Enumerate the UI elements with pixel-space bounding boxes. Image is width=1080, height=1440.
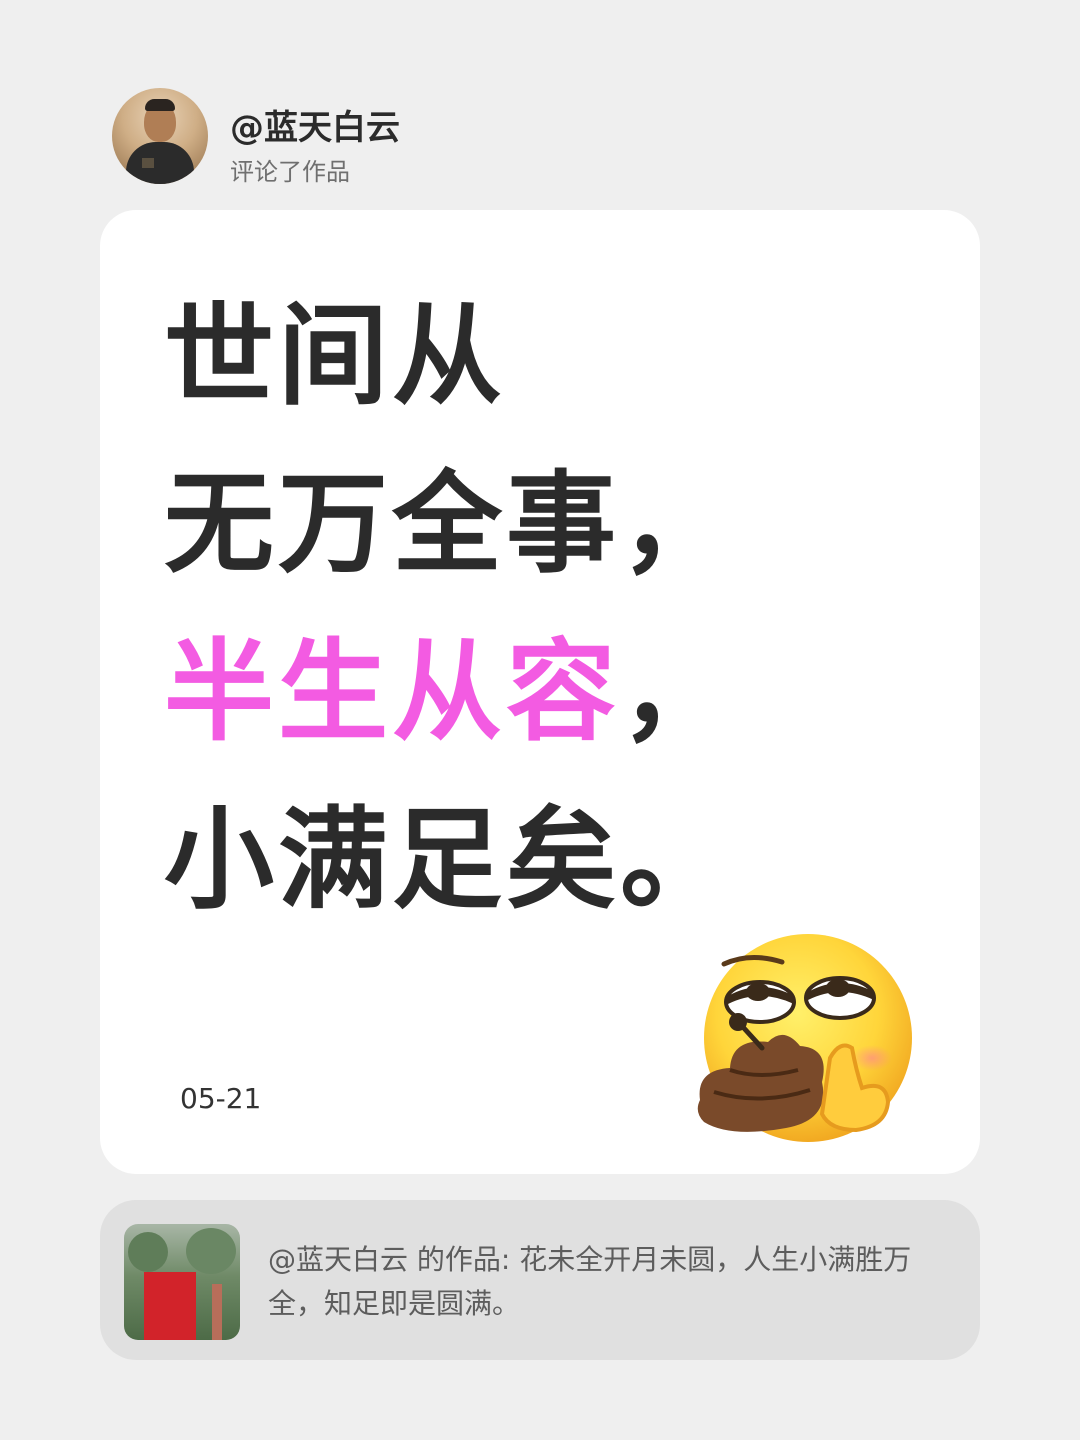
comment-card: 世间从 无万全事， 半生从容， 小满足矣。 05-21 [100, 210, 980, 1174]
thumbnail-red-sign-shape [144, 1272, 196, 1340]
quote-line-2: 无万全事， [164, 460, 734, 588]
comment-action-text: 评论了作品 [230, 158, 350, 186]
referenced-post-text: @蓝天白云 的作品: 花未全开月未圆，人生小满胜万全，知足即是圆满。 [268, 1243, 912, 1320]
comment-date: 05-21 [180, 1082, 262, 1115]
thumbnail-pole-shape [212, 1284, 222, 1340]
thumbnail-tree-shape [186, 1228, 236, 1274]
avatar-patch-shape [142, 158, 154, 168]
post-thumbnail-icon[interactable] [124, 1224, 240, 1340]
quote-line-4: 小满足矣。 [164, 796, 734, 924]
quote-line-1: 世间从 [164, 292, 506, 420]
eye-roll-thinking-emoji-icon [697, 934, 912, 1142]
quote-comma: ， [620, 628, 734, 756]
avatar-hair-shape [145, 99, 175, 111]
comment-quote: 世间从 无万全事， 半生从容， 小满足矣。 [164, 272, 734, 944]
user-handle[interactable]: @蓝天白云 [230, 100, 400, 149]
thumbnail-tree-shape [128, 1232, 168, 1272]
quote-highlight: 半生从容 [164, 628, 620, 756]
quote-line-3: 半生从容， [164, 608, 734, 776]
user-avatar[interactable] [112, 88, 208, 184]
referenced-post[interactable]: @蓝天白云 的作品: 花未全开月未圆，人生小满胜万全，知足即是圆满。 [100, 1200, 980, 1360]
avatar-body-shape [126, 142, 194, 184]
